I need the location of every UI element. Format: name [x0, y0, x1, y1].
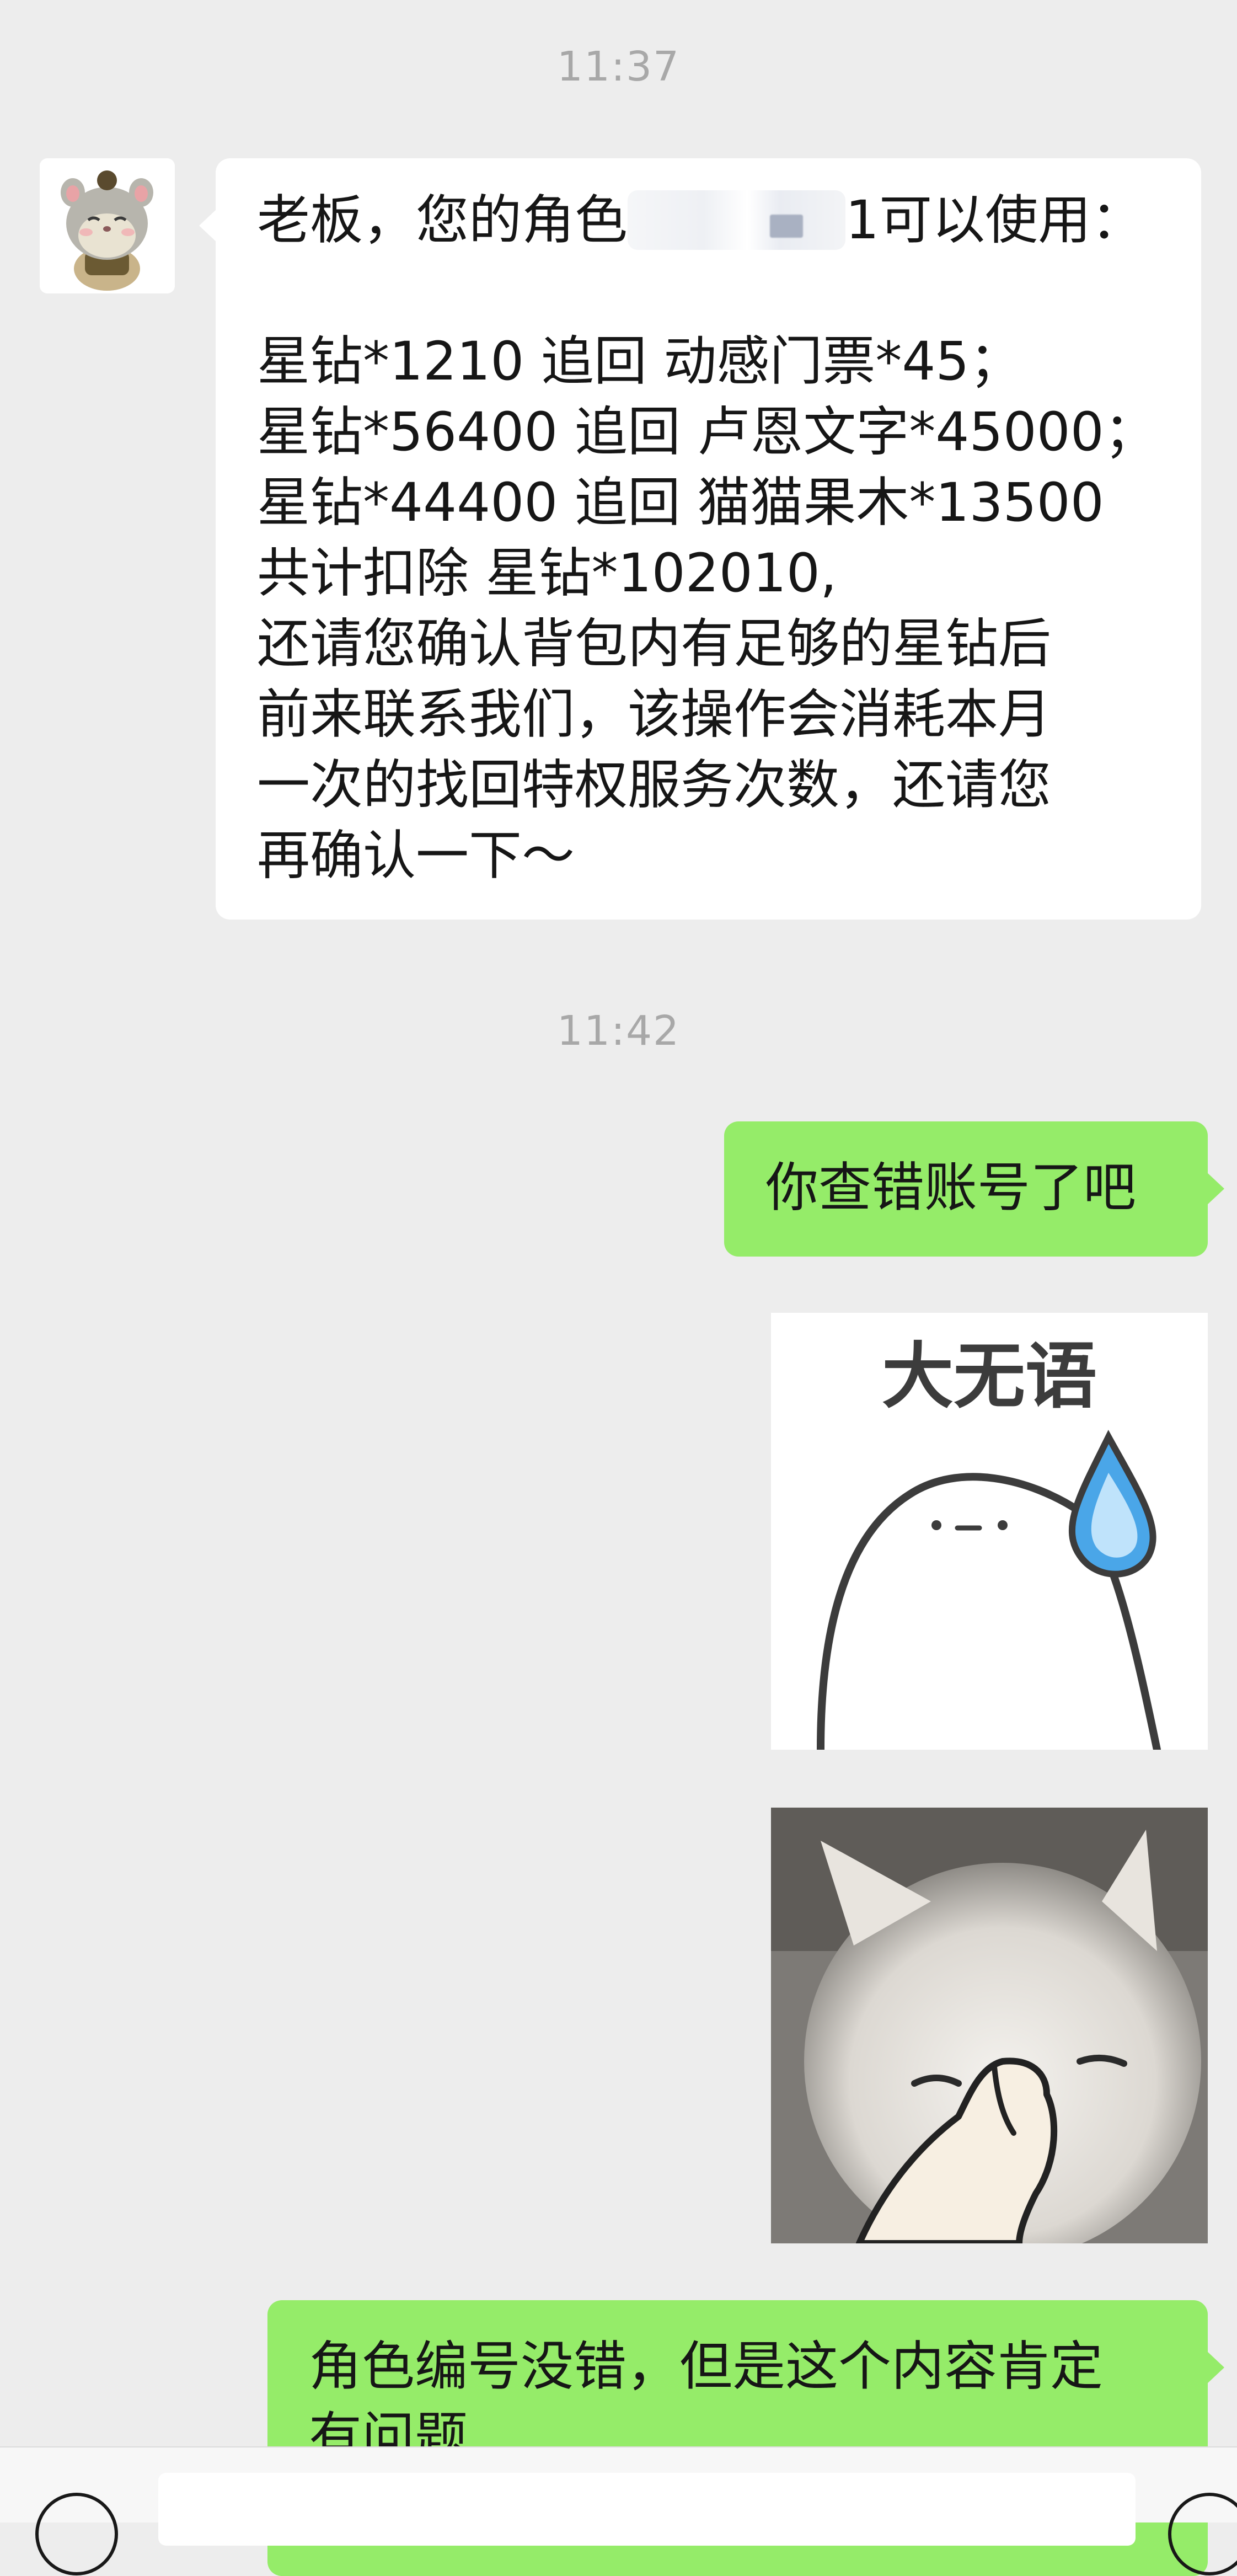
message-line: 星钻*44400 追回 猫猫果木*13500 [257, 472, 1104, 533]
timestamp-1142: 11:42 [556, 1007, 681, 1055]
message-line: 还请您确认背包内有足够的星钻后 [257, 613, 1051, 675]
outgoing-message-bubble[interactable]: 你查错账号了吧 [724, 1121, 1224, 1257]
message-line: 星钻*1210 追回 动感门票*45； [257, 330, 1022, 392]
sticker-cat-facepalm[interactable] [771, 1808, 1208, 2243]
incoming-message-bubble[interactable]: 老板，您的角色 1可以使用： 星钻*1210 追回 动感门票*45； 星钻*564… [199, 158, 1201, 920]
message-line: 前来联系我们，该操作会消耗本月 [257, 683, 1051, 745]
hamster-avatar-icon [40, 158, 175, 293]
timestamp-1137: 11:37 [556, 43, 681, 90]
outgoing-message-text: 你查错账号了吧 [765, 1157, 1136, 1218]
greeting-prefix: 老板，您的角色 [257, 189, 628, 251]
outgoing-message-text: 角色编号没错，但是这个内容肯定 [309, 2335, 1103, 2397]
redacted-role-id [628, 190, 845, 250]
sticker-caption: 大无语 [882, 1334, 1097, 1418]
message-line-greeting: 老板，您的角色 1可以使用： [257, 185, 1163, 255]
message-line: 星钻*56400 追回 卢恩文字*45000； [257, 401, 1157, 463]
sticker-speechless[interactable]: 大无语 [771, 1313, 1208, 1750]
voice-icon[interactable] [35, 2493, 118, 2575]
message-line: 再确认一下～ [257, 825, 575, 886]
chat-input-bar [0, 2446, 1237, 2575]
contact-avatar[interactable] [40, 158, 175, 293]
message-line: 共计扣除 星钻*102010, [257, 542, 837, 604]
greeting-suffix: 1可以使用： [845, 189, 1144, 251]
message-input[interactable] [158, 2473, 1136, 2546]
cat-facepalm-sticker-image [771, 1808, 1208, 2243]
speechless-sticker-image: 大无语 [771, 1313, 1208, 1750]
message-line: 一次的找回特权服务次数，还请您 [257, 754, 1051, 816]
